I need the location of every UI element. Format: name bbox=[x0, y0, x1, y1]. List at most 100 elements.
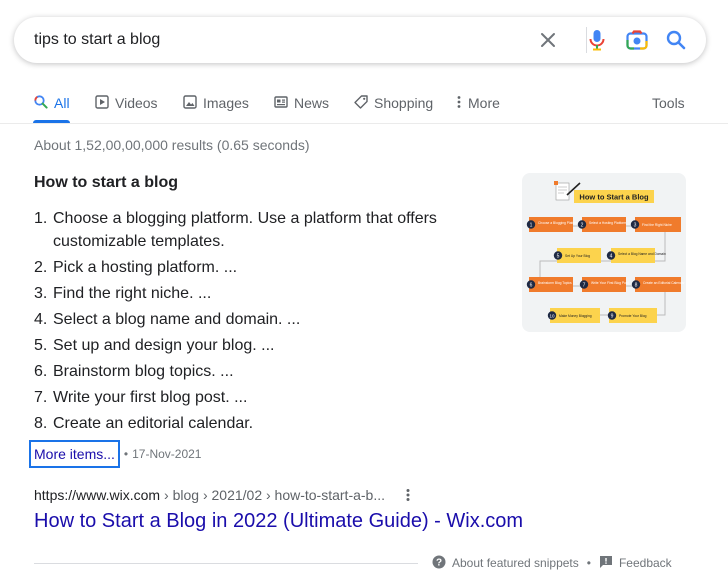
list-item: 6. Brainstorm blog topics. ... bbox=[34, 360, 474, 383]
svg-text:3: 3 bbox=[634, 223, 637, 229]
snippet-image[interactable]: How to Start a Blog 1 Choose a Blogging … bbox=[522, 173, 686, 332]
list-text: Brainstorm blog topics. ... bbox=[53, 363, 234, 380]
svg-text:1: 1 bbox=[530, 223, 533, 229]
infographic-step: 1 Choose a Blogging Platform bbox=[526, 217, 579, 232]
tab-label: More bbox=[468, 95, 500, 111]
tab-label: All bbox=[54, 95, 70, 111]
svg-text:Select a Blog Name and Domain: Select a Blog Name and Domain bbox=[618, 252, 666, 256]
news-icon bbox=[274, 95, 288, 112]
infographic-step: 8 Create an Editorial Calendar bbox=[631, 277, 686, 292]
play-icon bbox=[95, 94, 109, 112]
search-tabs: All Videos Images News Shopping More Too… bbox=[0, 86, 728, 124]
result-citation[interactable]: https://www.wix.com › blog › 2021/02 › h… bbox=[34, 486, 385, 504]
more-options-icon[interactable] bbox=[400, 486, 416, 504]
infographic-step: 2 Select a Hosting Platform bbox=[577, 217, 626, 232]
more-vert-icon bbox=[456, 95, 462, 112]
search-bar bbox=[14, 17, 706, 63]
tab-label: Images bbox=[203, 95, 249, 111]
tab-label: Shopping bbox=[374, 95, 434, 111]
separator-dot: • bbox=[123, 447, 129, 461]
result-stats: About 1,52,00,00,000 results (0.65 secon… bbox=[34, 137, 310, 153]
infographic-step: 10 Make Money Blogging bbox=[547, 308, 600, 323]
infographic-step: 3 Find the Right Niche bbox=[630, 217, 681, 232]
feedback-icon bbox=[599, 555, 613, 572]
search-icon[interactable] bbox=[664, 28, 688, 52]
tools-button[interactable]: Tools bbox=[652, 91, 685, 115]
snippet-footer: ? About featured snippets • Feedback bbox=[432, 554, 672, 572]
infographic-step: 5 Set Up Your Blog bbox=[553, 248, 601, 263]
list-text: Set up and design your blog. ... bbox=[53, 337, 275, 354]
svg-text:Write Your First Blog Post: Write Your First Blog Post bbox=[591, 281, 629, 285]
tab-images[interactable]: Images bbox=[183, 91, 249, 115]
infographic-step: 6 Brainstorm Blog Topics bbox=[526, 277, 573, 292]
list-item: 3. Find the right niche. ... bbox=[34, 282, 474, 305]
close-icon[interactable] bbox=[536, 28, 560, 52]
svg-text:Promote Your Blog: Promote Your Blog bbox=[619, 314, 647, 318]
tab-label: News bbox=[294, 95, 330, 111]
infographic-step: 9 Promote Your Blog bbox=[607, 308, 657, 323]
more-items-row: More items... • 17-Nov-2021 bbox=[29, 440, 201, 468]
tab-label: Videos bbox=[115, 95, 158, 111]
list-item: 7. Write your first blog post. ... bbox=[34, 386, 474, 409]
separator-dot: • bbox=[586, 556, 591, 570]
cite-domain: https://www.wix.com bbox=[34, 487, 161, 503]
list-text: Create an editorial calendar. bbox=[53, 415, 254, 432]
feedback-link[interactable]: Feedback bbox=[599, 555, 672, 572]
list-item: 4. Select a blog name and domain. ... bbox=[34, 308, 474, 331]
svg-text:Select a Hosting Platform: Select a Hosting Platform bbox=[589, 221, 626, 225]
svg-text:?: ? bbox=[436, 557, 442, 568]
svg-text:Brainstorm Blog Topics: Brainstorm Blog Topics bbox=[538, 281, 572, 285]
more-items-link[interactable]: More items... bbox=[29, 440, 120, 468]
list-number: 6. bbox=[34, 363, 48, 380]
svg-text:Make Money Blogging: Make Money Blogging bbox=[559, 314, 592, 318]
feedback-label: Feedback bbox=[618, 556, 672, 570]
snippet-date: 17-Nov-2021 bbox=[132, 447, 202, 461]
svg-text:Create an Editorial Calendar: Create an Editorial Calendar bbox=[643, 281, 686, 285]
list-text: Find the right niche. ... bbox=[53, 285, 212, 302]
footer-divider bbox=[34, 563, 418, 564]
svg-text:6: 6 bbox=[530, 283, 533, 289]
search-input[interactable] bbox=[34, 29, 514, 51]
tab-videos[interactable]: Videos bbox=[95, 91, 158, 115]
infographic-heading: How to Start a Blog bbox=[579, 193, 649, 202]
svg-text:Choose a Blogging Platform: Choose a Blogging Platform bbox=[538, 221, 579, 225]
help-icon: ? bbox=[432, 555, 446, 572]
tab-shopping[interactable]: Shopping bbox=[354, 91, 433, 115]
list-item: 5. Set up and design your blog. ... bbox=[34, 334, 474, 357]
snippet-list: 1. Choose a blogging platform. Use a plat… bbox=[34, 207, 474, 438]
svg-text:Find the Right Niche: Find the Right Niche bbox=[642, 223, 672, 227]
snippet-title: How to start a blog bbox=[34, 174, 178, 191]
search-icon bbox=[34, 94, 48, 112]
svg-text:4: 4 bbox=[610, 254, 613, 260]
svg-text:10: 10 bbox=[549, 314, 555, 319]
list-item: 8. Create an editorial calendar. bbox=[34, 412, 474, 435]
list-number: 7. bbox=[34, 389, 48, 406]
tab-all[interactable]: All bbox=[34, 91, 70, 115]
list-item: 1. Choose a blogging platform. Use a plat… bbox=[34, 207, 474, 253]
list-number: 3. bbox=[34, 285, 48, 302]
list-text: Write your first blog post. ... bbox=[53, 389, 248, 406]
result-title-link[interactable]: How to Start a Blog in 2022 (Ultimate Gu… bbox=[34, 510, 523, 533]
list-number: 4. bbox=[34, 311, 48, 328]
tools-label: Tools bbox=[652, 95, 685, 111]
list-number: 1. bbox=[34, 210, 48, 227]
image-icon bbox=[183, 94, 197, 112]
svg-text:8: 8 bbox=[635, 283, 638, 289]
tab-more[interactable]: More bbox=[456, 91, 500, 115]
microphone-icon[interactable] bbox=[585, 28, 609, 52]
tag-icon bbox=[354, 94, 368, 112]
cite-path: › blog › 2021/02 › how-to-start-a-b... bbox=[164, 487, 386, 503]
list-text: Pick a hosting platform. ... bbox=[53, 259, 238, 276]
list-number: 5. bbox=[34, 337, 48, 354]
list-text: Select a blog name and domain. ... bbox=[53, 311, 301, 328]
tab-news[interactable]: News bbox=[274, 91, 329, 115]
svg-text:9: 9 bbox=[611, 314, 614, 320]
svg-text:2: 2 bbox=[581, 223, 584, 229]
list-number: 2. bbox=[34, 259, 48, 276]
camera-icon[interactable] bbox=[625, 28, 649, 52]
list-number: 8. bbox=[34, 415, 48, 432]
about-snippets-link[interactable]: ? About featured snippets bbox=[432, 555, 579, 572]
tabs-divider bbox=[0, 123, 728, 124]
infographic-step: 7 Write Your First Blog Post bbox=[579, 277, 629, 292]
svg-text:5: 5 bbox=[557, 254, 560, 260]
